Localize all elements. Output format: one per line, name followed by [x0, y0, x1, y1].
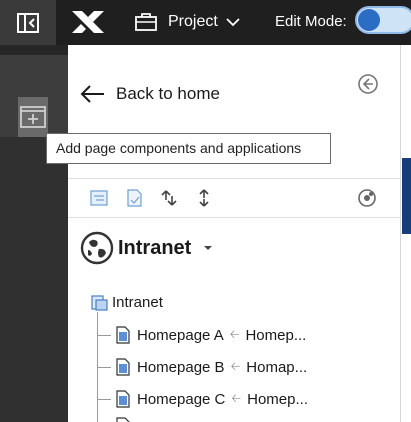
circle-arrow-left-icon[interactable] [357, 73, 379, 95]
page-icon [116, 326, 130, 344]
rail-divider [0, 45, 68, 55]
page-name: Homepage A [137, 326, 224, 344]
tree-view-icon[interactable] [89, 188, 109, 208]
edit-mode-label: Edit Mode: [275, 13, 347, 30]
page-icon [116, 358, 130, 376]
tree-item[interactable]: Homepage A 🡠 Homep... [97, 323, 306, 347]
linked-arrow-icon: 🡠 [230, 358, 241, 373]
panel-toolbar [68, 178, 401, 218]
briefcase-icon [135, 13, 157, 31]
top-bar: Project Edit Mode: [0, 0, 411, 45]
page-properties-icon[interactable] [124, 188, 144, 208]
linked-arrow-icon: 🡠 [229, 326, 240, 341]
sidebar-collapse-icon [17, 12, 39, 33]
linked-arrow-icon: 🡠 [231, 390, 242, 405]
back-to-home-link[interactable]: Back to home [80, 81, 220, 107]
tree-item[interactable]: Homepage B 🡠 Homap... [97, 355, 307, 379]
tree-root-label: Intranet [112, 293, 163, 311]
tree-branch [97, 334, 111, 336]
sidebar-toggle-button[interactable] [0, 0, 56, 45]
tree-item[interactable]: Homepage C 🡠 Homep... [97, 387, 308, 411]
page-icon [116, 390, 130, 408]
caret-down-icon [204, 246, 213, 250]
page-reference: Homap... [246, 358, 308, 376]
chevron-down-icon [226, 18, 240, 27]
toggle-knob [358, 9, 380, 31]
site-settings-icon[interactable] [357, 188, 377, 208]
site-selector[interactable]: Intranet [80, 230, 213, 266]
page-reference: Homep... [247, 390, 308, 408]
tree-root[interactable]: Intranet [90, 290, 163, 314]
page-content-accent [402, 158, 411, 234]
move-up-down-icon[interactable] [159, 188, 179, 208]
site-globe-icon [80, 231, 114, 265]
arrow-left-icon [80, 85, 104, 103]
project-menu-button[interactable]: Project [134, 8, 240, 36]
move-item-icon[interactable] [194, 188, 214, 208]
tree-branch [97, 398, 111, 400]
page-icon [116, 417, 130, 422]
x-logo-icon[interactable] [70, 9, 106, 35]
page-reference: Homep... [245, 326, 307, 344]
page-name: Homepage B [137, 358, 225, 376]
page-name: Homepage C [137, 390, 226, 408]
add-component-icon [20, 106, 46, 128]
site-root-icon [91, 295, 108, 311]
site-name: Intranet [118, 236, 192, 259]
add-components-button[interactable] [18, 97, 48, 137]
add-components-tooltip: Add page components and applications [46, 133, 331, 164]
tree-item-partial[interactable] [97, 414, 131, 422]
project-label: Project [168, 13, 218, 30]
edit-mode-toggle[interactable] [355, 6, 411, 34]
back-to-home-label: Back to home [116, 84, 220, 103]
tree-branch [97, 366, 111, 368]
